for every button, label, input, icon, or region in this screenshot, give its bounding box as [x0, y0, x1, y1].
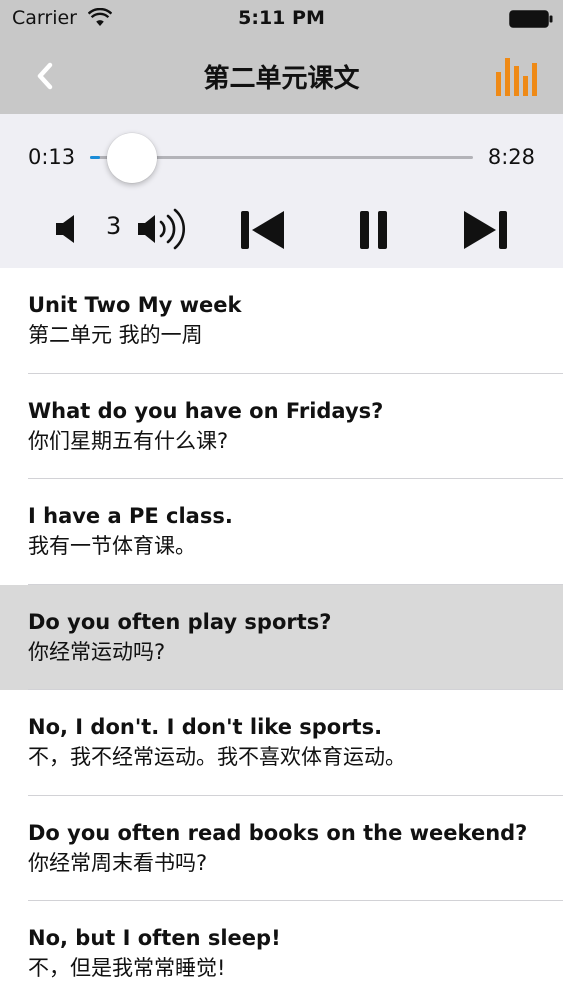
- english-sentence: Do you often play sports?: [28, 609, 332, 634]
- english-sentence: I have a PE class.: [28, 504, 233, 528]
- volume-up-button[interactable]: [136, 206, 192, 252]
- chinese-translation: 不，我不经常运动。我不喜欢体育运动。: [28, 745, 406, 769]
- audio-player: 0:13 8:28 3: [0, 114, 563, 268]
- lesson-row[interactable]: Do you often play sports? 你经常运动吗?: [0, 584, 563, 690]
- lesson-row[interactable]: What do you have on Fridays? 你们星期五有什么课?: [0, 373, 563, 479]
- pause-button[interactable]: [354, 207, 394, 253]
- next-track-button[interactable]: [460, 207, 512, 253]
- chinese-translation: 你经常运动吗?: [28, 639, 166, 664]
- battery-icon: [509, 10, 553, 28]
- english-sentence: No, but I often sleep!: [28, 926, 281, 950]
- speaker-high-icon: [138, 208, 185, 250]
- pause-icon: [360, 211, 387, 249]
- chinese-translation: 我有一节体育课。: [28, 534, 196, 558]
- skip-forward-icon: [464, 211, 507, 249]
- status-time: 5:11 PM: [238, 7, 325, 29]
- chinese-translation: 不，但是我常常睡觉!: [28, 956, 226, 980]
- lesson-row[interactable]: Unit Two My week 第二单元 我的一周: [0, 268, 563, 374]
- english-sentence: Unit Two My week: [28, 293, 242, 317]
- lesson-row[interactable]: I have a PE class. 我有一节体育课。: [0, 479, 563, 585]
- previous-track-button[interactable]: [238, 207, 288, 253]
- lesson-sentence-list: Unit Two My week 第二单元 我的一周 What do you h…: [0, 268, 563, 1000]
- volume-down-button[interactable]: [54, 212, 82, 246]
- english-sentence: No, I don't. I don't like sports.: [28, 715, 383, 739]
- status-bar: Carrier 5:11 PM: [0, 0, 563, 38]
- chinese-translation: 你经常周末看书吗?: [28, 850, 208, 875]
- progress-slider-thumb[interactable]: [106, 133, 157, 183]
- english-sentence: What do you have on Fridays?: [28, 398, 384, 423]
- english-sentence: Do you often read books on the weekend?: [28, 820, 528, 845]
- elapsed-time: 0:13: [28, 145, 76, 169]
- volume-level: 3: [106, 212, 122, 240]
- navigation-bar: 第二单元课文: [0, 38, 563, 114]
- skip-back-icon: [241, 211, 284, 249]
- page-title: 第二单元课文: [203, 64, 360, 94]
- total-time: 8:28: [487, 145, 535, 169]
- chinese-translation: 你们星期五有什么课?: [28, 428, 229, 453]
- lesson-row[interactable]: No, but I often sleep! 不，但是我常常睡觉!: [0, 901, 563, 1000]
- lesson-row[interactable]: Do you often read books on the weekend? …: [0, 795, 563, 901]
- chinese-translation: 第二单元 我的一周: [28, 323, 203, 347]
- equalizer-button[interactable]: [495, 54, 537, 98]
- lesson-row[interactable]: No, I don't. I don't like sports. 不，我不经常…: [0, 690, 563, 796]
- equalizer-icon: [496, 58, 537, 96]
- speaker-low-icon: [56, 215, 74, 243]
- progress-slider-fill: [90, 156, 100, 159]
